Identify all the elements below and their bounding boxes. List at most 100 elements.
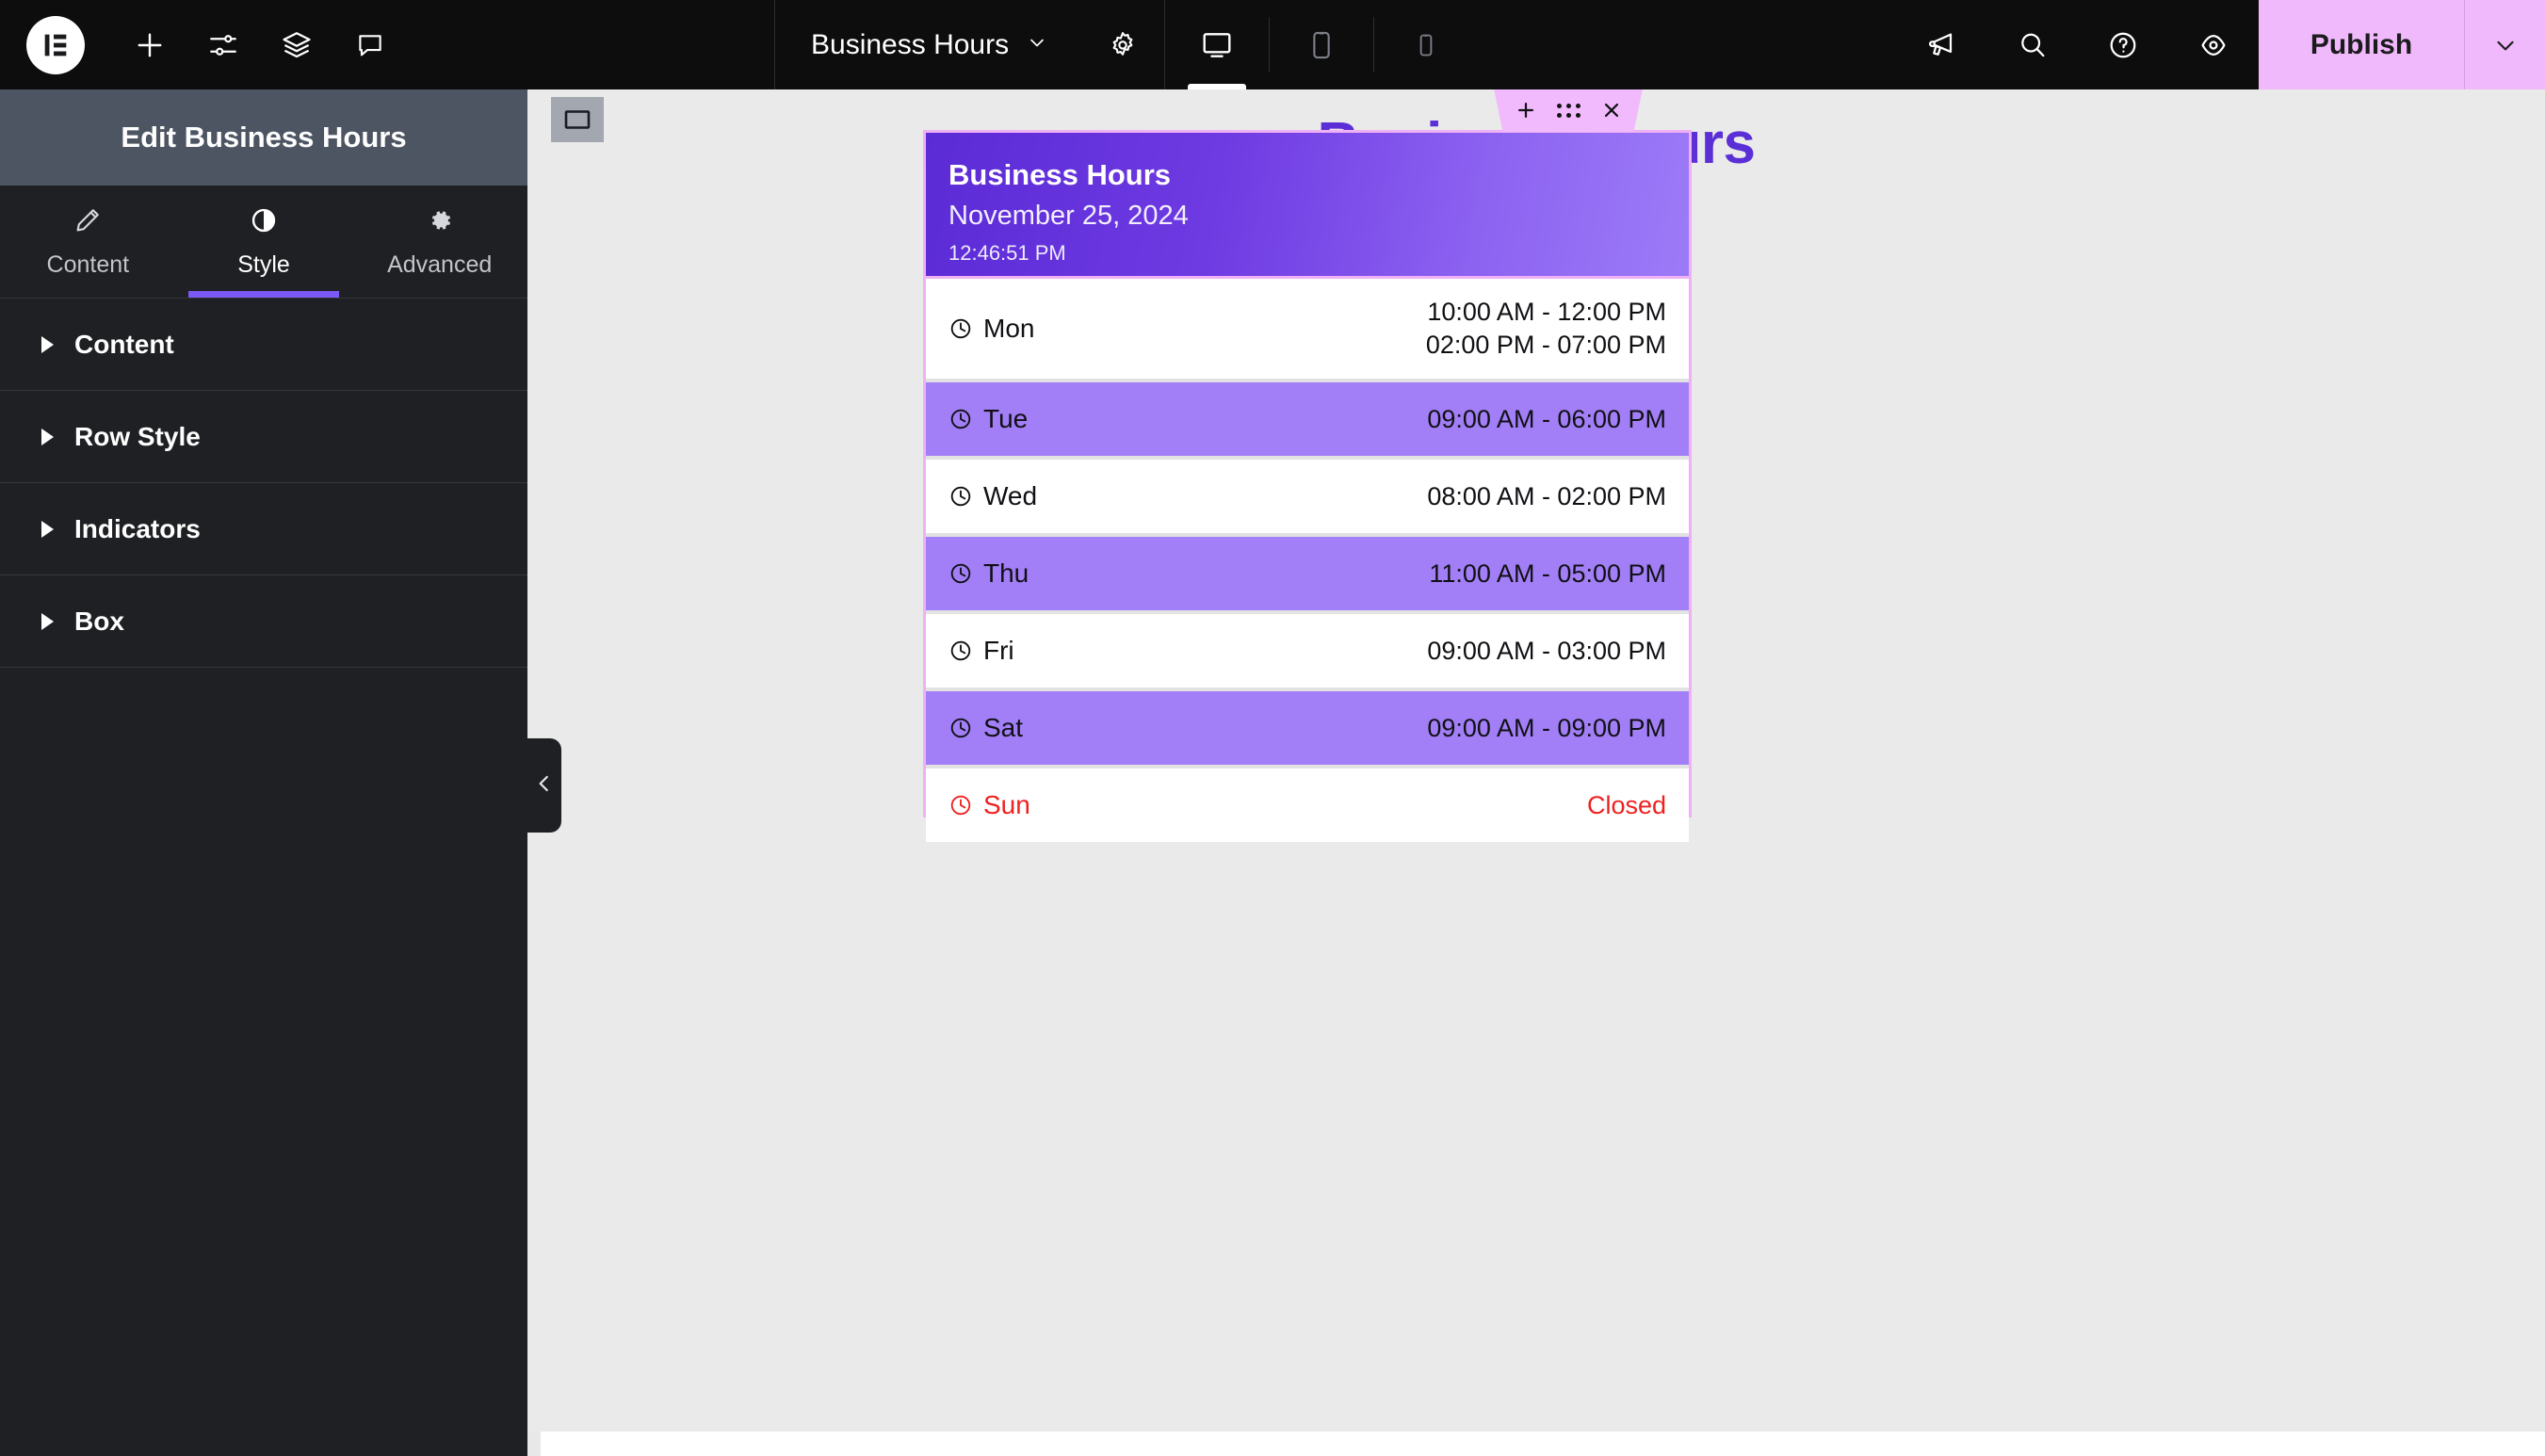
scrollbar-corner bbox=[527, 1432, 541, 1456]
gear-icon bbox=[425, 205, 455, 240]
section-content[interactable]: Content bbox=[0, 299, 527, 391]
section-row-style[interactable]: Row Style bbox=[0, 391, 527, 483]
hours-cell: 11:00 AM - 05:00 PM bbox=[1429, 558, 1666, 590]
day-label: Fri bbox=[983, 636, 1014, 665]
table-row[interactable]: Thu 11:00 AM - 05:00 PM bbox=[926, 537, 1689, 610]
document-settings-gear-icon[interactable] bbox=[1080, 0, 1166, 89]
table-row[interactable]: Tue 09:00 AM - 06:00 PM bbox=[926, 382, 1689, 456]
plus-icon[interactable] bbox=[1516, 100, 1536, 121]
finder-search-icon[interactable] bbox=[1987, 0, 2078, 89]
publish-options-chevron-down-icon[interactable] bbox=[2464, 0, 2545, 89]
section-content-label: Content bbox=[74, 329, 174, 359]
hours-cell: 09:00 AM - 03:00 PM bbox=[1427, 635, 1666, 668]
clock-icon bbox=[948, 639, 973, 663]
notes-comment-icon[interactable] bbox=[333, 0, 407, 89]
table-row[interactable]: Sat 09:00 AM - 09:00 PM bbox=[926, 691, 1689, 765]
section-row-style-label: Row Style bbox=[74, 421, 201, 451]
contrast-circle-icon bbox=[249, 205, 279, 240]
help-icon[interactable] bbox=[2078, 0, 2168, 89]
hours-value: 09:00 AM - 06:00 PM bbox=[1427, 404, 1666, 433]
topbar-left-group bbox=[0, 0, 407, 89]
day-label: Tue bbox=[983, 404, 1029, 433]
day-cell: Wed bbox=[948, 481, 1037, 511]
preview-changes-eye-icon[interactable] bbox=[2168, 0, 2259, 89]
device-desktop-button[interactable] bbox=[1165, 0, 1269, 89]
editor-topbar: Business Hours Publish bbox=[0, 0, 2545, 89]
close-x-icon[interactable] bbox=[1601, 100, 1622, 121]
add-element-icon[interactable] bbox=[113, 0, 186, 89]
canvas-scroll-area: Business Hours November 25, 2024 12:46:5… bbox=[527, 89, 2545, 1456]
editor-panel: Edit Business Hours Content Style Advanc… bbox=[0, 89, 527, 1456]
table-row[interactable]: Mon 10:00 AM - 12:00 PM 02:00 PM - 07:00… bbox=[926, 279, 1689, 379]
document-name-label: Business Hours bbox=[811, 28, 1010, 60]
section-indicators-label: Indicators bbox=[74, 513, 201, 543]
day-cell: Fri bbox=[948, 636, 1014, 666]
document-name-dropdown[interactable]: Business Hours bbox=[774, 0, 1080, 89]
caret-right-icon bbox=[41, 520, 54, 538]
tab-advanced-label: Advanced bbox=[387, 251, 493, 278]
clock-icon bbox=[948, 407, 973, 431]
hours-value: 08:00 AM - 02:00 PM bbox=[1427, 481, 1666, 510]
device-mobile-button[interactable] bbox=[1374, 0, 1478, 89]
widget-header-date: November 25, 2024 bbox=[948, 201, 1189, 232]
style-sections-accordion: Content Row Style Indicators Box bbox=[0, 299, 527, 668]
section-indicators[interactable]: Indicators bbox=[0, 483, 527, 575]
pencil-icon bbox=[73, 205, 103, 240]
panel-collapse-toggle[interactable] bbox=[527, 738, 561, 833]
hours-value: 09:00 AM - 09:00 PM bbox=[1427, 713, 1666, 742]
responsive-device-switcher bbox=[1165, 0, 1478, 89]
structure-layers-icon[interactable] bbox=[260, 0, 333, 89]
section-box[interactable]: Box bbox=[0, 575, 527, 668]
business-hours-widget[interactable]: Business Hours November 25, 2024 12:46:5… bbox=[923, 130, 1692, 842]
chevron-left-icon bbox=[532, 771, 557, 801]
elementor-logo-icon[interactable] bbox=[26, 15, 85, 74]
elementor-editor: Business Hours Publish Edit Business Hou… bbox=[0, 0, 2545, 1456]
hours-cell: 08:00 AM - 02:00 PM bbox=[1427, 480, 1666, 513]
day-label: Mon bbox=[983, 314, 1035, 343]
tab-content-label: Content bbox=[46, 251, 130, 278]
caret-right-icon bbox=[41, 335, 54, 353]
widget-header-title: Business Hours bbox=[948, 158, 1172, 191]
table-row[interactable]: Wed 08:00 AM - 02:00 PM bbox=[926, 460, 1689, 533]
day-label: Thu bbox=[983, 558, 1029, 588]
caret-right-icon bbox=[41, 428, 54, 445]
day-cell: Sat bbox=[948, 713, 1023, 743]
topbar-right-group: Publish bbox=[1897, 0, 2545, 89]
business-hours-header: Business Hours November 25, 2024 12:46:5… bbox=[926, 133, 1689, 279]
day-cell: Tue bbox=[948, 404, 1028, 434]
day-label: Sun bbox=[983, 790, 1030, 819]
caret-right-icon bbox=[41, 612, 54, 630]
day-label: Wed bbox=[983, 481, 1038, 510]
table-row[interactable]: Fri 09:00 AM - 03:00 PM bbox=[926, 614, 1689, 688]
canvas-bottom-strip bbox=[527, 1432, 2545, 1456]
panel-header: Edit Business Hours bbox=[0, 89, 527, 186]
publish-button[interactable]: Publish bbox=[2259, 0, 2464, 89]
widget-header-time: 12:46:51 PM bbox=[948, 240, 1066, 265]
topbar-center-group: Business Hours bbox=[774, 0, 1478, 89]
clock-icon bbox=[948, 484, 973, 509]
device-tablet-button[interactable] bbox=[1270, 0, 1373, 89]
grip-dots-icon[interactable] bbox=[1556, 103, 1580, 118]
section-box-label: Box bbox=[74, 606, 124, 636]
hours-cell: 09:00 AM - 09:00 PM bbox=[1427, 712, 1666, 745]
whats-new-megaphone-icon[interactable] bbox=[1897, 0, 1987, 89]
hours-value: 09:00 AM - 03:00 PM bbox=[1427, 636, 1666, 665]
grip-dots-grid bbox=[1556, 103, 1580, 118]
chevron-down-icon bbox=[1026, 29, 1048, 61]
hours-cell: 10:00 AM - 12:00 PM 02:00 PM - 07:00 PM bbox=[1426, 296, 1666, 361]
table-row[interactable]: Sun Closed bbox=[926, 768, 1689, 842]
clock-icon bbox=[948, 716, 973, 740]
hours-cell: Closed bbox=[1587, 789, 1666, 822]
day-label: Sat bbox=[983, 713, 1024, 742]
panel-tabs: Content Style Advanced bbox=[0, 186, 527, 299]
tab-content[interactable]: Content bbox=[0, 186, 176, 298]
hours-value: 11:00 AM - 05:00 PM bbox=[1429, 558, 1666, 588]
site-settings-sliders-icon[interactable] bbox=[186, 0, 260, 89]
panel-title: Edit Business Hours bbox=[121, 121, 407, 154]
tab-style[interactable]: Style bbox=[176, 186, 352, 298]
clock-icon bbox=[948, 316, 973, 341]
tab-style-label: Style bbox=[237, 251, 290, 278]
clock-icon bbox=[948, 793, 973, 817]
tab-advanced[interactable]: Advanced bbox=[351, 186, 527, 298]
business-hours-rows: Mon 10:00 AM - 12:00 PM 02:00 PM - 07:00… bbox=[926, 279, 1689, 842]
